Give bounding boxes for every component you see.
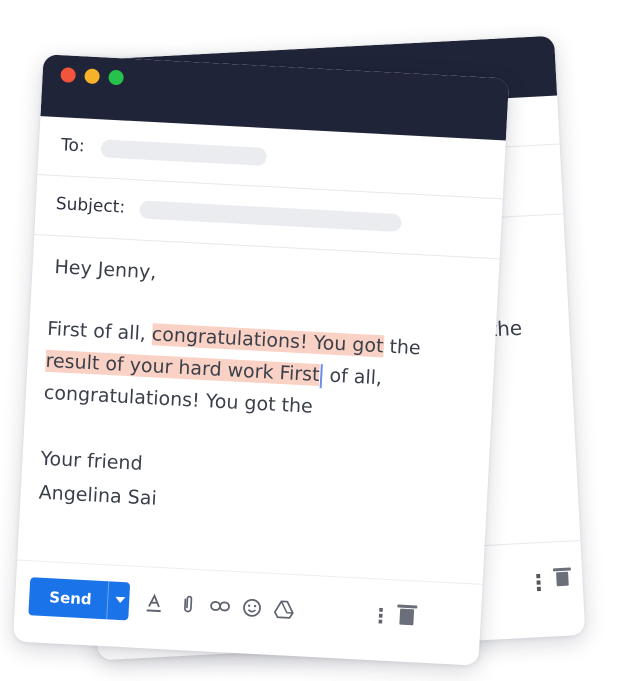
to-field[interactable] [100, 139, 268, 167]
emoji-icon[interactable] [240, 596, 263, 619]
body-text: the [382, 335, 422, 360]
close-window-dot[interactable] [60, 67, 77, 83]
send-label: Send [48, 588, 93, 609]
signoff-text: Your friend [39, 447, 144, 475]
more-vert-icon[interactable]: ⋮ [370, 603, 391, 628]
subject-field[interactable] [139, 200, 402, 233]
trash-icon[interactable] [552, 567, 571, 587]
to-label: To: [60, 135, 86, 157]
send-separator [106, 581, 110, 620]
text-format-icon[interactable] [143, 591, 166, 614]
link-icon[interactable] [208, 595, 231, 618]
compose-toolbar: Send ⋮ [12, 559, 483, 666]
attach-icon[interactable] [177, 593, 200, 616]
body-text: First of all, [46, 317, 153, 346]
send-options-icon[interactable] [115, 596, 126, 604]
signature-text: Angelina Sai [38, 481, 158, 510]
more-vert-icon[interactable]: ⋮ [527, 571, 550, 597]
maximize-window-dot[interactable] [108, 69, 124, 86]
drive-icon[interactable] [272, 598, 295, 621]
greeting-text: Hey Jenny, [54, 256, 157, 284]
trash-icon[interactable] [397, 604, 418, 626]
body-text: of all, [322, 364, 383, 390]
send-button[interactable]: Send [28, 577, 131, 621]
minimize-window-dot[interactable] [84, 68, 100, 85]
subject-label: Subject: [55, 194, 126, 218]
compose-window: To: Subject: Hey Jenny, First of all, co… [12, 54, 510, 666]
